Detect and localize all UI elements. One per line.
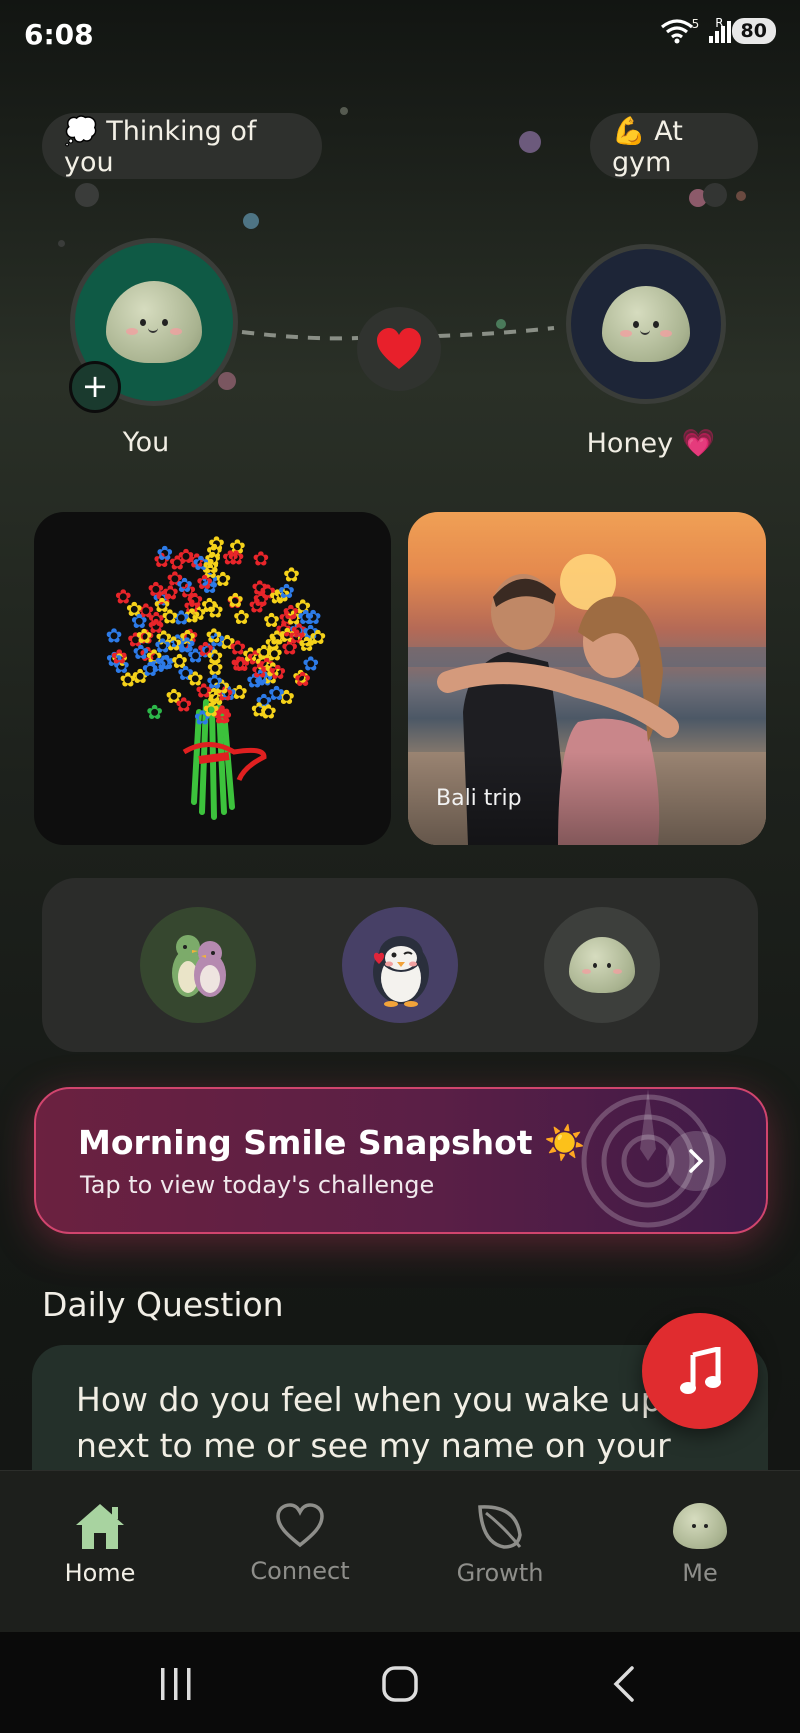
decor-dot [58, 240, 65, 247]
blossom: ✿ [150, 653, 167, 677]
nav-home[interactable]: Home [0, 1471, 200, 1633]
your-mood-pill[interactable]: 💭 Thinking of you [42, 113, 322, 179]
pebble-avatar-icon [106, 281, 202, 363]
blossom: ✿ [119, 668, 136, 692]
decor-dot [736, 191, 746, 201]
challenge-title: Morning Smile Snapshot ☀️ [78, 1123, 586, 1162]
plus-icon: + [81, 366, 109, 405]
sticker-hugging-penguins[interactable] [140, 907, 256, 1023]
home-system-icon[interactable] [380, 1664, 420, 1704]
bottom-nav: Home Connect Growth Me [0, 1470, 800, 1633]
blossom: ✿ [278, 579, 295, 603]
blossom: ✿ [269, 660, 286, 684]
challenge-banner[interactable]: Morning Smile Snapshot ☀️ Tap to view to… [34, 1087, 768, 1234]
pebble-avatar-icon [673, 1503, 727, 1549]
daily-question-heading: Daily Question [42, 1285, 284, 1324]
add-mood-button[interactable]: + [69, 361, 121, 413]
challenge-subtitle: Tap to view today's challenge [80, 1171, 435, 1199]
wifi-badge: 5 [691, 17, 700, 31]
pebble-avatar-icon [602, 286, 690, 362]
chevron-right-icon [689, 1149, 704, 1173]
blossom: ✿ [176, 573, 193, 597]
blossom: ✿ [231, 652, 248, 676]
decor-dot [519, 131, 541, 153]
blossom: ✿ [309, 625, 326, 649]
pebble-buddy-icon [569, 937, 635, 993]
kissing-penguin-icon [373, 936, 429, 1007]
music-button[interactable] [642, 1313, 758, 1429]
blossom: ✿ [203, 697, 220, 721]
drawing-card[interactable]: ✿ ✿ ✿ ✿ ✿ ✿ ✿ ✿ ✿ ✿ ✿ ✿ ✿ ✿ ✿ ✿ ✿ ✿ ✿ ✿ ✿ ✿ ✿ ✿ ✿ ✿ ✿ ✿ ✿ ✿ ✿ ✿ ✿ ✿ ✿ ✿ ✿ ✿ ✿ ✿… [34, 512, 391, 845]
nav-connect-label: Connect [250, 1557, 350, 1585]
heart-outline-icon [276, 1503, 324, 1548]
blossom: ✿ [251, 697, 268, 721]
system-nav-bar [0, 1632, 800, 1733]
blossom: ✿ [154, 593, 171, 617]
blossom: ✿ [115, 584, 132, 608]
hugging-penguins-icon [172, 935, 226, 997]
decor-dot [243, 213, 259, 229]
battery-indicator: 80 [731, 18, 776, 44]
decor-dot [218, 372, 236, 390]
back-icon[interactable] [610, 1664, 638, 1704]
blossom: ✿ [207, 598, 224, 622]
blossom: ✿ [175, 692, 192, 716]
blossom: ✿ [178, 544, 195, 568]
challenge-open-button[interactable] [666, 1131, 726, 1191]
recent-apps-icon[interactable] [158, 1666, 194, 1702]
nav-growth[interactable]: Growth [400, 1471, 600, 1633]
blossom: ✿ [222, 545, 239, 569]
home-icon [76, 1504, 124, 1549]
photo-caption: Bali trip [436, 786, 522, 811]
blossom: ✿ [111, 645, 128, 669]
daily-question-text: How do you feel when you wake up next to… [76, 1380, 671, 1465]
decor-dot [340, 107, 348, 115]
nav-home-label: Home [64, 1559, 136, 1587]
photo-card[interactable]: Bali trip [408, 512, 766, 845]
honey-avatar[interactable] [566, 244, 726, 404]
decor-dot [496, 319, 506, 329]
honey-mood-pill[interactable]: 💪 At gym [590, 113, 758, 179]
status-icons: 5 R 80 [660, 16, 776, 44]
heart-icon [377, 328, 421, 369]
sticker-pebble-buddy[interactable] [544, 907, 660, 1023]
music-note-icon [680, 1347, 721, 1394]
decor-dot [75, 183, 99, 207]
leaf-icon [478, 1505, 522, 1549]
nav-me[interactable]: Me [600, 1471, 800, 1633]
flower-bouquet-drawing: ✿✿✿✿✿✿✿✿✿✿✿✿✿✿✿✿✿ ✿✿✿✿✿✿✿✿✿✿✿✿✿✿✿✿✿✿✿✿✿✿✿… [106, 532, 326, 820]
blossom: ✿ [196, 570, 213, 594]
decor-dot [703, 183, 727, 207]
blossom: ✿ [206, 670, 223, 694]
wifi-icon [660, 19, 693, 44]
blossom: ✿ [233, 605, 250, 629]
blossom: ✿ [253, 587, 270, 611]
blossom: ✿ [146, 700, 163, 724]
sticker-kissing-penguin[interactable] [342, 907, 458, 1023]
nav-me-label: Me [682, 1559, 718, 1587]
your-name: You [122, 427, 170, 458]
blossom: ✿ [206, 623, 223, 647]
nav-growth-label: Growth [456, 1559, 544, 1587]
blossom: ✿ [136, 624, 153, 648]
heart-connection-button[interactable] [357, 307, 441, 391]
signal-badge: R [715, 16, 724, 30]
blossom: ✿ [187, 667, 204, 691]
blossom: ✿ [252, 547, 269, 571]
honey-name: Honey 💗 [586, 428, 716, 459]
sticker-bar [42, 878, 758, 1052]
nav-connect[interactable]: Connect [200, 1471, 400, 1633]
status-time: 6:08 [24, 18, 94, 51]
blossom: ✿ [294, 667, 311, 691]
